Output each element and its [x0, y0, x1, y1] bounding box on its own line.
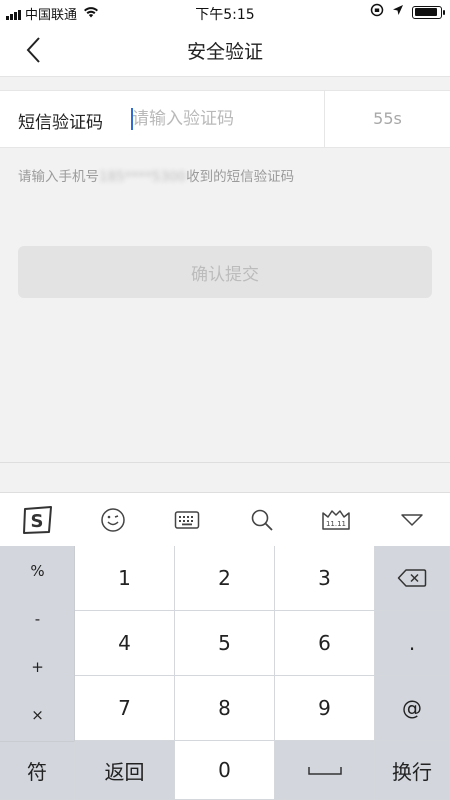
backspace-icon — [397, 569, 427, 587]
svg-text:11.11: 11.11 — [326, 520, 346, 528]
symbol-key-times[interactable]: × — [0, 706, 75, 724]
masked-phone: 185****5300 — [99, 169, 187, 185]
sms-code-input[interactable] — [132, 103, 312, 135]
symbol-key-plus[interactable]: + — [0, 658, 75, 676]
key-7[interactable]: 7 — [75, 676, 175, 741]
resend-countdown[interactable]: 55s — [325, 109, 450, 128]
status-bar: 中国联通 下午5:15 — [0, 0, 450, 24]
delete-key[interactable] — [375, 546, 450, 611]
dot-key[interactable]: . — [375, 611, 450, 676]
key-2[interactable]: 2 — [175, 546, 275, 611]
rotation-lock-icon — [370, 3, 384, 21]
key-0[interactable]: 0 — [175, 741, 275, 800]
emoji-icon[interactable] — [95, 503, 131, 537]
collapse-keyboard-icon[interactable] — [394, 503, 430, 537]
sms-code-row: 短信验证码 55s — [0, 90, 450, 148]
space-key[interactable] — [275, 741, 375, 800]
symbol-switch-key[interactable]: 符 — [0, 741, 75, 800]
search-icon[interactable] — [244, 503, 280, 537]
page-title: 安全验证 — [186, 41, 263, 63]
status-right — [370, 3, 445, 21]
sms-code-label: 短信验证码 — [18, 113, 103, 133]
newline-key[interactable]: 换行 — [375, 741, 450, 800]
nav-bar: 安全验证 — [0, 24, 450, 77]
key-1[interactable]: 1 — [75, 546, 175, 611]
keyboard-toolbar: S 11.11 — [0, 492, 450, 547]
sms-hint: 请输入手机号185****5300收到的短信验证码 — [18, 165, 294, 185]
keyboard-icon[interactable] — [169, 503, 205, 537]
hint-prefix: 请输入手机号 — [18, 169, 99, 185]
battery-icon — [412, 5, 445, 19]
symbol-key-minus[interactable]: - — [0, 610, 75, 628]
back-key[interactable]: 返回 — [75, 741, 175, 800]
battery-level — [414, 8, 437, 16]
key-8[interactable]: 8 — [175, 676, 275, 741]
symbol-key-percent[interactable]: % — [0, 562, 75, 580]
hint-suffix: 收到的短信验证码 — [186, 169, 295, 185]
key-5[interactable]: 5 — [175, 611, 275, 676]
key-6[interactable]: 6 — [275, 611, 375, 676]
key-3[interactable]: 3 — [275, 546, 375, 611]
sogou-logo-icon[interactable]: S — [20, 503, 56, 537]
numeric-keypad: % - + × 1 2 3 4 5 6 . 7 8 9 @ 符 返回 0 换行 — [0, 546, 450, 800]
symbol-column[interactable]: % - + × — [0, 546, 75, 741]
location-icon — [392, 4, 404, 20]
double11-icon[interactable]: 11.11 — [318, 503, 354, 537]
submit-button[interactable]: 确认提交 — [18, 246, 432, 298]
content-bottom-divider — [0, 462, 450, 463]
key-9[interactable]: 9 — [275, 676, 375, 741]
at-key[interactable]: @ — [375, 676, 450, 741]
space-icon — [307, 767, 342, 775]
svg-text:S: S — [31, 511, 44, 532]
text-caret — [131, 108, 133, 130]
key-4[interactable]: 4 — [75, 611, 175, 676]
